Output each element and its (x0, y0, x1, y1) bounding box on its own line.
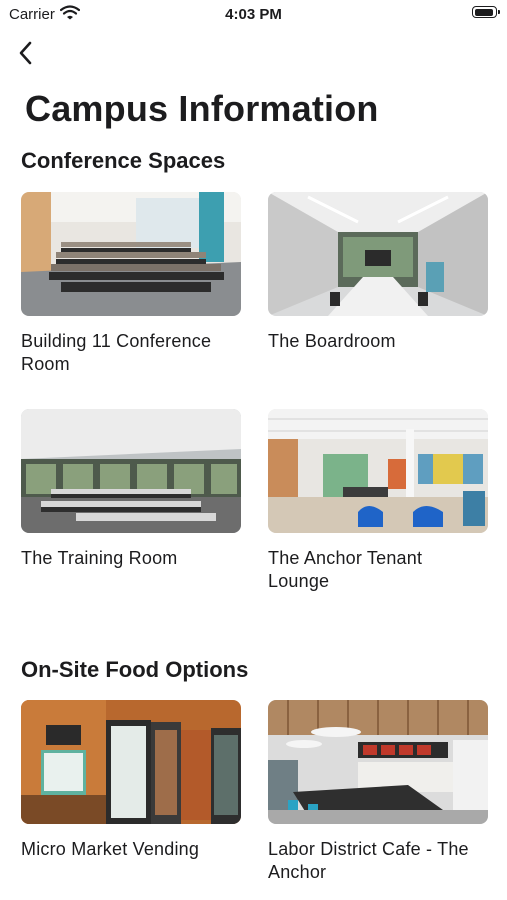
card-building-11-conference-room[interactable]: Building 11 Conference Room (21, 192, 241, 376)
back-button[interactable] (12, 38, 40, 68)
card-labor-district-cafe-the-anchor[interactable]: Labor District Cafe - The Anchor (268, 700, 488, 884)
battery-icon (472, 6, 500, 18)
card-label: Labor District Cafe - The Anchor (268, 839, 469, 882)
micro-market-photo (21, 700, 241, 824)
training-room-photo (21, 409, 241, 533)
card-the-anchor-tenant-lounge[interactable]: The Anchor Tenant Lounge (268, 409, 488, 593)
card-label: The Anchor Tenant Lounge (268, 548, 423, 591)
page-title: Campus Information (25, 88, 379, 129)
section-title-on-site-food-options: On-Site Food Options (21, 657, 249, 682)
card-micro-market-vending[interactable]: Micro Market Vending (21, 700, 241, 861)
section-title-conference-spaces: Conference Spaces (21, 148, 226, 173)
conference-room-photo (21, 192, 241, 316)
boardroom-photo (268, 192, 488, 316)
card-label: Micro Market Vending (21, 839, 200, 859)
card-label: The Training Room (21, 548, 178, 568)
chevron-left-icon (19, 41, 32, 65)
cafe-photo (268, 700, 488, 824)
card-label: The Boardroom (268, 331, 396, 351)
status-bar: Carrier 4:03 PM (0, 0, 507, 30)
tenant-lounge-photo (268, 409, 488, 533)
card-the-training-room[interactable]: The Training Room (21, 409, 241, 570)
card-the-boardroom[interactable]: The Boardroom (268, 192, 488, 353)
card-label: Building 11 Conference Room (21, 331, 212, 374)
status-time: 4:03 PM (225, 6, 282, 23)
